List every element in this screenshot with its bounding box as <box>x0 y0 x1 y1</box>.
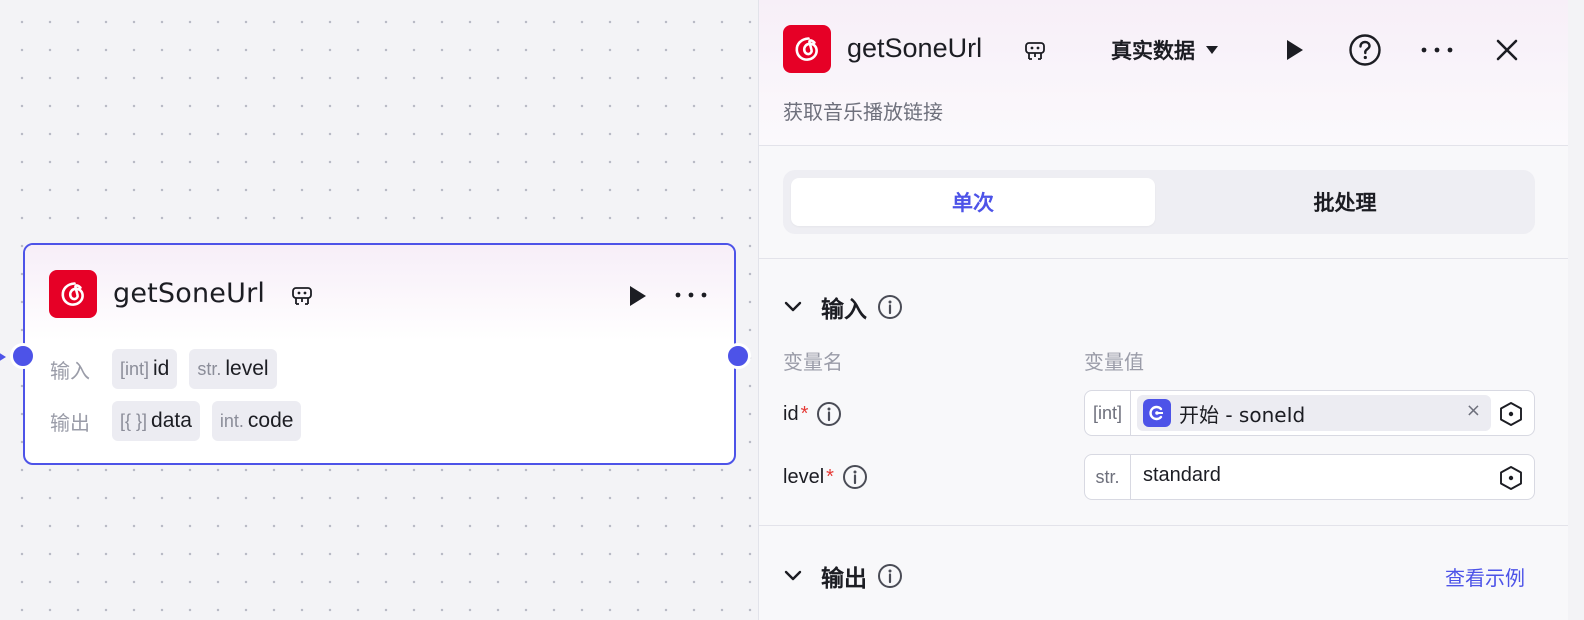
input-chip-level: str. level <box>189 349 277 389</box>
start-node-icon <box>1143 399 1171 427</box>
input-chip-id: [int] id <box>112 349 178 389</box>
column-header-name: 变量名 <box>783 350 843 374</box>
info-icon[interactable] <box>877 294 903 320</box>
info-icon[interactable] <box>816 401 842 427</box>
output-chip-code: int. code <box>211 401 302 441</box>
input-section-title: 输入 <box>821 297 867 323</box>
section-divider <box>759 525 1568 526</box>
input-port[interactable] <box>10 343 36 369</box>
column-header-value: 变量值 <box>1084 350 1144 374</box>
type-badge: str. <box>1085 455 1131 499</box>
netease-music-icon <box>783 25 831 73</box>
connection-arrow-icon <box>0 353 6 361</box>
input-section-header[interactable]: 输入 <box>783 290 903 324</box>
section-divider <box>759 258 1568 259</box>
id-value-field[interactable]: [int] 开始 - soneId × <box>1084 390 1535 436</box>
panel-description: 获取音乐播放链接 <box>783 100 943 124</box>
param-name: level <box>783 465 825 488</box>
info-icon[interactable] <box>877 563 903 589</box>
run-mode-tabs: 单次 批处理 <box>783 170 1535 234</box>
help-icon[interactable] <box>1348 33 1382 67</box>
chevron-down-icon[interactable] <box>783 569 803 583</box>
run-node-button[interactable] <box>625 284 649 308</box>
required-mark: * <box>826 465 834 488</box>
data-mode-label: 真实数据 <box>1111 39 1195 63</box>
data-mode-dropdown[interactable]: 真实数据 <box>1111 35 1219 65</box>
outputs-label: 输出 <box>50 410 90 435</box>
type-badge: str. <box>197 358 222 379</box>
run-button[interactable] <box>1282 38 1306 62</box>
param-row-id: id * <box>783 401 842 427</box>
panel-header: getSoneUrl 真实数据 获取音乐播放链接 <box>759 0 1568 146</box>
type-badge: [{ }] <box>120 410 148 431</box>
view-example-link[interactable]: 查看示例 <box>1445 562 1525 591</box>
type-badge: [int] <box>120 358 150 379</box>
output-section-header[interactable]: 输出 <box>783 559 903 593</box>
param-name: id <box>153 357 170 380</box>
level-value[interactable]: standard <box>1143 464 1221 487</box>
output-chip-data: [{ }] data <box>112 401 200 441</box>
node-settings-panel: getSoneUrl 真实数据 获取音乐播放链接 单次 批处理 输入 变量名 变… <box>758 0 1568 620</box>
panel-title: getSoneUrl <box>847 33 983 63</box>
required-mark: * <box>800 402 809 425</box>
plugin-icon <box>292 287 312 305</box>
tab-batch[interactable]: 批处理 <box>1163 178 1527 226</box>
param-name: code <box>247 409 294 432</box>
info-icon[interactable] <box>842 464 868 490</box>
param-row-level: level * <box>783 464 868 490</box>
node-inputs-row: 输入 [int] id str. level <box>50 349 289 389</box>
caret-down-icon <box>1206 46 1218 54</box>
output-section-title: 输出 <box>821 566 867 592</box>
param-name: level <box>225 357 269 380</box>
inputs-label: 输入 <box>50 358 90 383</box>
param-name: id <box>783 402 799 425</box>
node-title: getSoneUrl <box>113 278 266 309</box>
type-badge: [int] <box>1085 391 1131 435</box>
param-name: data <box>151 409 192 432</box>
variable-reference-chip[interactable]: 开始 - soneId × <box>1137 395 1491 431</box>
close-icon[interactable] <box>1495 38 1519 62</box>
variable-select-icon[interactable] <box>1498 401 1524 427</box>
netease-music-icon <box>49 270 97 318</box>
output-port[interactable] <box>725 343 751 369</box>
plugin-node[interactable]: getSoneUrl 输入 [int] id str. level 输出 [{ … <box>0 243 751 465</box>
more-icon[interactable] <box>673 283 709 307</box>
plugin-icon <box>1025 42 1045 60</box>
more-icon[interactable] <box>1419 38 1455 62</box>
level-value-field[interactable]: str. standard <box>1084 454 1535 500</box>
type-badge: int. <box>219 410 244 431</box>
clear-reference-button[interactable]: × <box>1466 400 1481 421</box>
reference-text: 开始 - soneId <box>1179 402 1306 427</box>
tab-single[interactable]: 单次 <box>791 178 1155 226</box>
chevron-down-icon[interactable] <box>783 300 803 314</box>
node-outputs-row: 输出 [{ }] data int. code <box>50 401 313 441</box>
variable-select-icon[interactable] <box>1498 465 1524 491</box>
